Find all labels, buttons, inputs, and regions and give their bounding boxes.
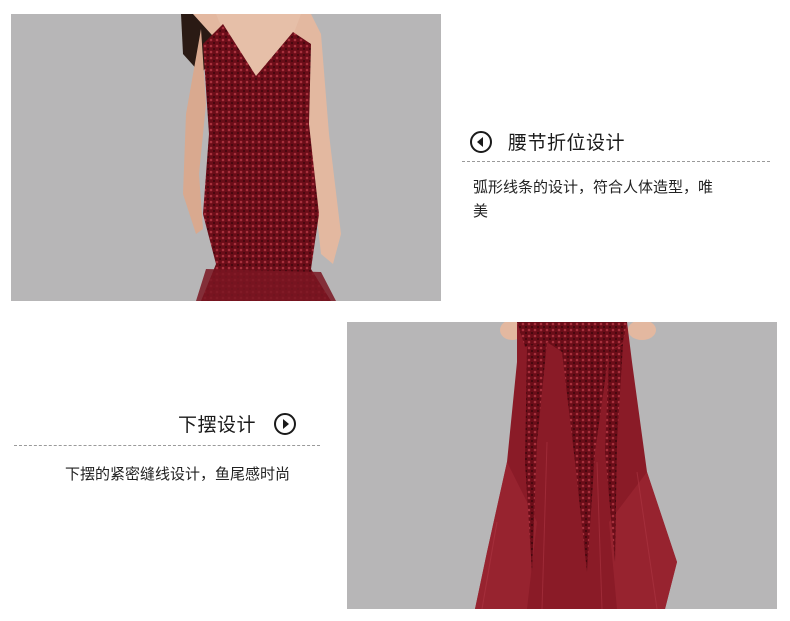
chevron-left-circle-icon: [470, 130, 492, 153]
hem-design-description: 下摆的紧密缝线设计，鱼尾感时尚: [65, 465, 291, 483]
waist-design-description: 弧形线条的设计，符合人体造型，唯美: [473, 178, 714, 220]
waist-design-title: 腰节折位设计: [508, 132, 626, 154]
divider-bottom: [14, 445, 320, 446]
waist-design-heading: 腰节折位设计: [470, 128, 625, 155]
chevron-right-circle-icon: [274, 412, 297, 435]
hem-design-title: 下摆设计: [178, 414, 257, 436]
dress-photo-waist: [11, 14, 441, 301]
dress-photo-hem: [347, 322, 777, 609]
hem-design-heading: 下摆设计: [178, 410, 297, 437]
divider-top: [462, 161, 770, 162]
